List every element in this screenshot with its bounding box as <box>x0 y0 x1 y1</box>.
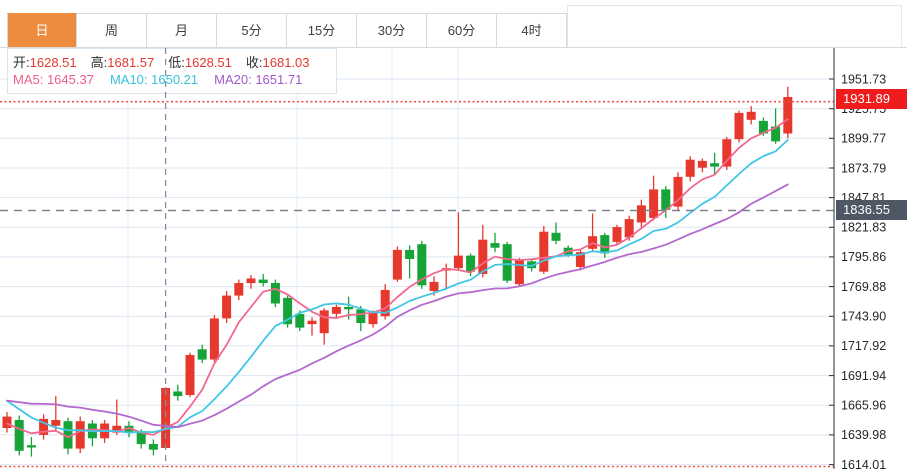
svg-text:1769.88: 1769.88 <box>841 280 886 294</box>
ma-info-row: MA5: 1645.37 MA10: 1650.21 MA20: 1651.71 <box>13 72 318 87</box>
tab-month[interactable]: 月 <box>147 13 217 47</box>
tab-label: 30分 <box>378 23 405 38</box>
svg-text:1951.73: 1951.73 <box>841 72 886 86</box>
svg-text:1691.94: 1691.94 <box>841 369 886 383</box>
ma10-value: MA10: 1650.21 <box>110 72 198 87</box>
price-axis: 1951.731925.751899.771873.791847.811821.… <box>829 48 886 469</box>
tab-60min[interactable]: 60分 <box>427 13 497 47</box>
current-price-badge: 1931.89 <box>836 89 907 109</box>
grid-horizontal <box>0 79 834 465</box>
candles-layer <box>3 87 793 457</box>
trading-chart-window: 日 周 月 5分 15分 30分 60分 4时 1951.731925.7518… <box>0 0 907 469</box>
tab-week[interactable]: 周 <box>77 13 147 47</box>
svg-text:1639.98: 1639.98 <box>841 428 886 442</box>
tab-30min[interactable]: 30分 <box>357 13 427 47</box>
tab-5min[interactable]: 5分 <box>217 13 287 47</box>
tab-15min[interactable]: 15分 <box>287 13 357 47</box>
ma20-value: MA20: 1651.71 <box>214 72 302 87</box>
ohlc-info-row: 开:1628.51高:1681.57低:1628.51收:1681.03 <box>13 52 324 71</box>
tab-day[interactable]: 日 <box>7 13 77 47</box>
svg-text:1821.83: 1821.83 <box>841 221 886 235</box>
svg-text:1899.77: 1899.77 <box>841 132 886 146</box>
low-label: 低: <box>168 55 185 70</box>
ma20-line <box>7 184 788 427</box>
tab-label: 4时 <box>521 23 541 38</box>
close-value: 1681.03 <box>263 55 310 70</box>
svg-text:1873.79: 1873.79 <box>841 161 886 175</box>
tab-4hour[interactable]: 4时 <box>497 13 567 47</box>
tab-label: 日 <box>35 23 48 38</box>
ma5-value: MA5: 1645.37 <box>13 72 94 87</box>
tab-label: 周 <box>105 23 118 38</box>
tab-label: 60分 <box>448 23 475 38</box>
svg-text:1614.01: 1614.01 <box>841 458 886 469</box>
high-value: 1681.57 <box>107 55 154 70</box>
open-label: 开: <box>13 55 30 70</box>
tab-label: 月 <box>175 23 188 38</box>
open-value: 1628.51 <box>30 55 77 70</box>
period-tabbar: 日 周 月 5分 15分 30分 60分 4时 <box>7 13 567 47</box>
low-value: 1628.51 <box>185 55 232 70</box>
svg-text:1717.92: 1717.92 <box>841 339 886 353</box>
close-label: 收: <box>246 55 263 70</box>
svg-text:1665.96: 1665.96 <box>841 399 886 413</box>
tab-label: 5分 <box>241 23 261 38</box>
reference-price-badge: 1836.55 <box>836 200 907 220</box>
svg-text:1743.90: 1743.90 <box>841 310 886 324</box>
high-label: 高: <box>91 55 108 70</box>
tabbar-empty-area <box>567 5 902 47</box>
svg-text:1795.86: 1795.86 <box>841 250 886 264</box>
tab-label: 15分 <box>308 23 335 38</box>
